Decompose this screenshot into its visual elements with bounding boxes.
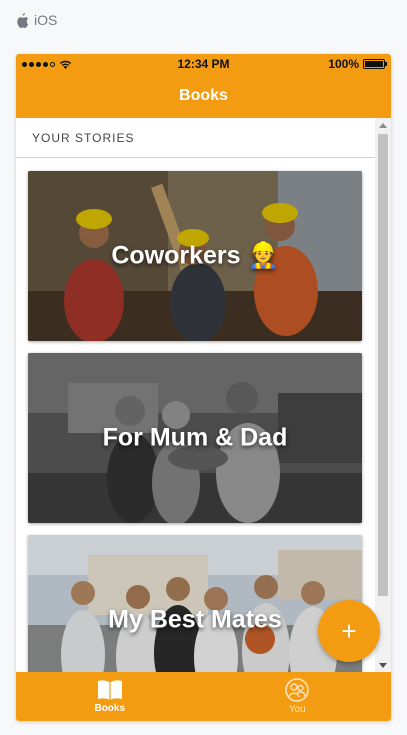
people-icon [285, 678, 310, 702]
tab-books[interactable]: Books [16, 672, 204, 721]
platform-text: iOS [34, 12, 58, 28]
scrollbar-thumb[interactable] [378, 134, 388, 596]
wifi-icon [59, 60, 72, 69]
phone-frame: 12:34 PM 100% Books YOUR STORIES Coworke… [16, 54, 391, 721]
nav-bar: Books [16, 74, 391, 118]
story-card-mum-dad[interactable]: For Mum & Dad [28, 353, 362, 523]
story-title: Coworkers 👷 [111, 241, 279, 270]
story-title: For Mum & Dad [102, 423, 288, 452]
tab-label: You [288, 704, 306, 715]
signal-icon [22, 61, 55, 67]
section-title: YOUR STORIES [32, 130, 135, 145]
apple-icon [17, 12, 29, 28]
status-bar: 12:34 PM 100% [16, 54, 391, 74]
tab-you[interactable]: You [204, 672, 392, 721]
battery-percent: 100% [328, 57, 359, 71]
battery-icon [363, 59, 387, 69]
story-card-best-mates[interactable]: My Best Mates [28, 535, 362, 672]
story-card-coworkers[interactable]: Coworkers 👷 [28, 171, 362, 341]
story-image-best-mates [28, 535, 362, 672]
tab-label: Books [94, 703, 126, 714]
stories-list[interactable]: YOUR STORIES Coworkers 👷 For Mum & Dad M… [16, 118, 375, 672]
scrollbar[interactable] [375, 118, 391, 672]
story-title: My Best Mates [108, 605, 282, 634]
scroll-down-arrow-icon[interactable] [375, 658, 391, 672]
section-header: YOUR STORIES [16, 118, 375, 158]
add-story-button[interactable]: + [318, 600, 380, 662]
status-time: 12:34 PM [177, 57, 230, 71]
scroll-up-arrow-icon[interactable] [375, 118, 391, 132]
platform-label: iOS [16, 12, 57, 28]
page-title: Books [179, 87, 228, 104]
tab-bar: Books You [16, 672, 391, 721]
book-icon [97, 680, 122, 700]
